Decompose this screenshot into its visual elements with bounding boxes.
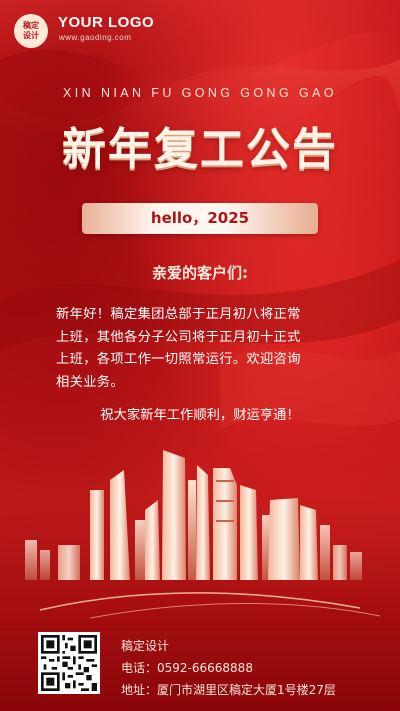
body-line: 上班，各项工作一切照常运行。欢迎咨询: [56, 352, 301, 367]
hello-banner: hello，2025: [82, 203, 318, 234]
poster: 稿定 设计 YOUR LOGO www.gaoding.com XIN NIAN…: [0, 0, 400, 711]
logo-text: YOUR LOGO: [58, 14, 155, 31]
pinyin-subtitle: XIN NIAN FU GONG GONG GAO: [63, 86, 337, 100]
footer-company: 稿定设计: [121, 639, 170, 653]
city-skyline-illustration: [0, 450, 400, 630]
body-line: 相关业务。: [56, 374, 124, 390]
logo-badge-line1: 稿定: [23, 21, 39, 30]
footer-address: 地址：厦门市湖里区稿定大厦1号楼27层: [121, 683, 336, 697]
greeting: 亲爱的客户们:: [152, 264, 248, 282]
qr-code[interactable]: [38, 632, 100, 694]
logo-badge: 稿定 设计: [14, 14, 48, 48]
page-title: 新年复工公告: [62, 124, 338, 175]
footer-phone: 电话：0592-66668888: [121, 661, 253, 675]
logo-badge-line2: 设计: [23, 31, 39, 40]
body-line: 新年好！稿定集团总部于正月初八将正常: [56, 307, 301, 322]
qr-code-icon: [41, 635, 97, 691]
body-line: 上班，其他各分子公司将于正月初十正式: [56, 329, 301, 345]
wish-text: 祝大家新年工作顺利，财运亨通！: [100, 408, 300, 423]
logo-url: www.gaoding.com: [59, 33, 132, 42]
announcement-body: 新年好！稿定集团总部于正月初八将正常 上班，其他各分子公司将于正月初十正式 上班…: [56, 304, 350, 394]
